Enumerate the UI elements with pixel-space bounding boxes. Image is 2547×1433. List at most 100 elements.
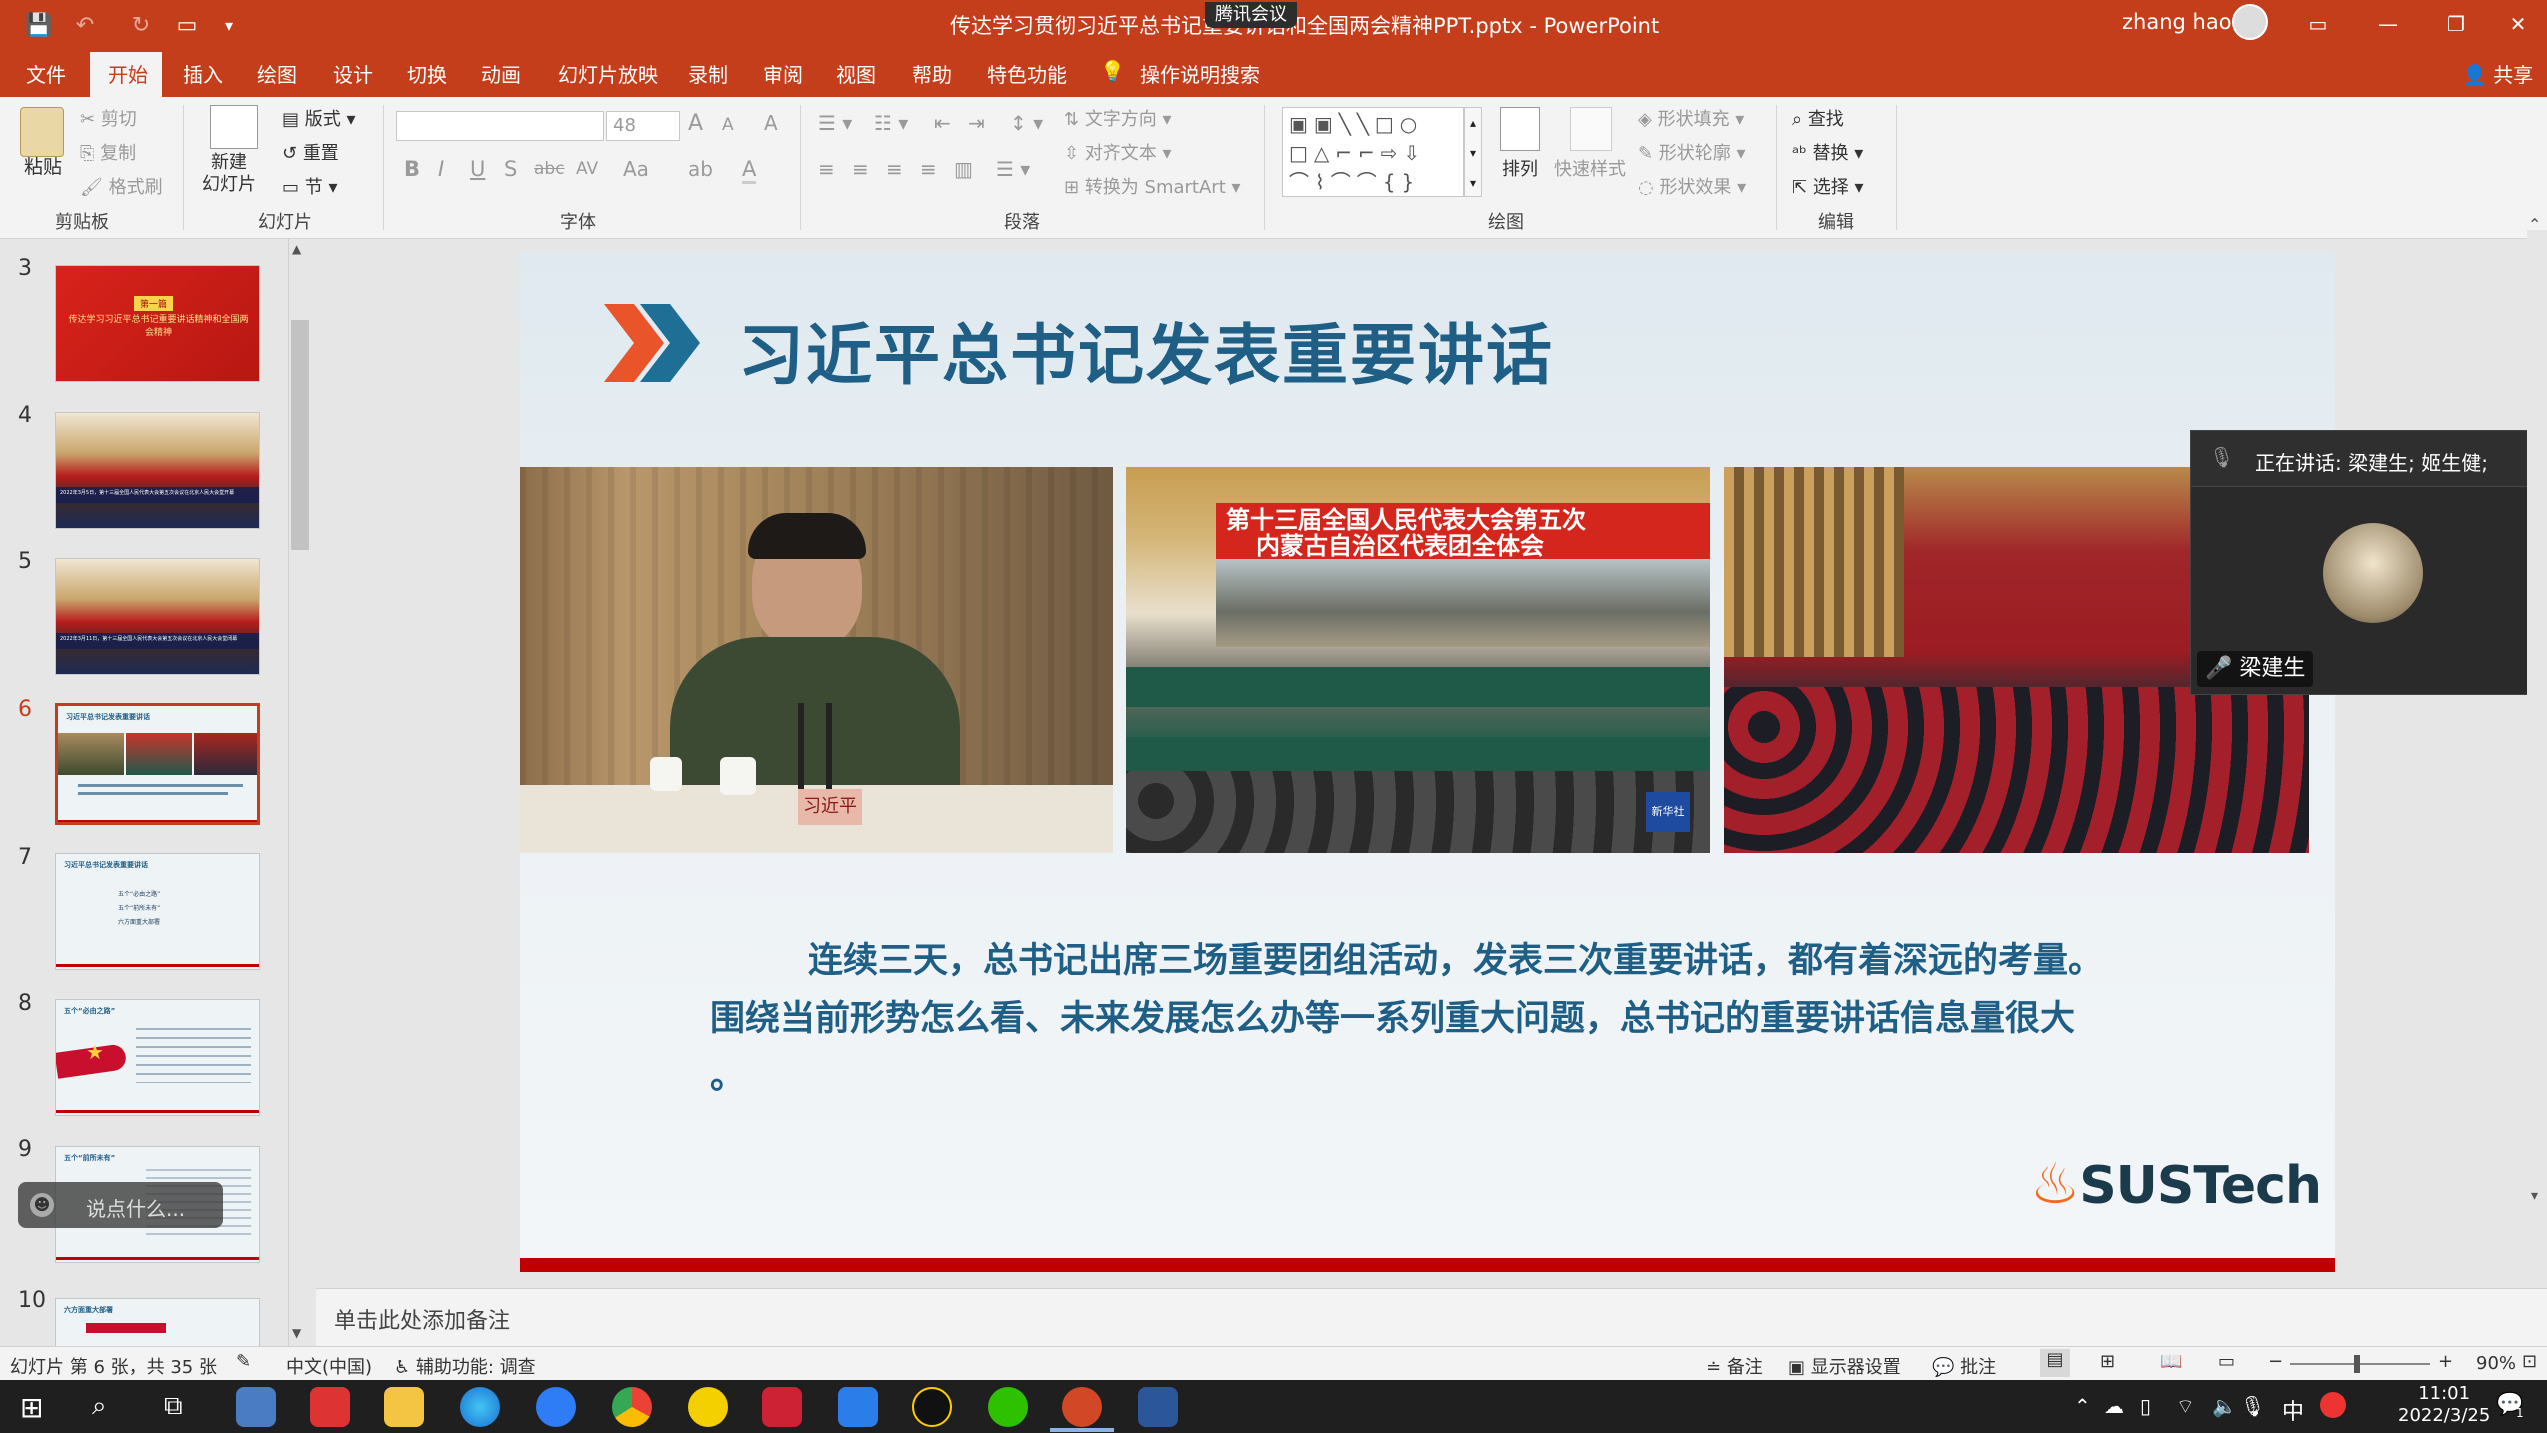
app-s-icon[interactable] — [536, 1387, 576, 1427]
tab-design[interactable]: 设计 — [333, 59, 373, 88]
scroll-down-icon[interactable]: ▾ — [2531, 1188, 2538, 1204]
font-color-button[interactable]: A — [742, 157, 757, 184]
increase-indent-icon[interactable]: ⇥ — [968, 111, 985, 135]
shape-fill-button[interactable]: ◈ 形状填充 ▾ — [1638, 105, 1744, 131]
emoji-icon[interactable]: ☻ — [30, 1193, 54, 1217]
paste-button[interactable]: 粘贴 — [24, 152, 62, 179]
numbering-icon[interactable]: ☷ ▾ — [874, 111, 908, 135]
zoom-slider[interactable] — [2290, 1363, 2430, 1365]
app-yellow-icon[interactable] — [688, 1387, 728, 1427]
chat-input[interactable]: 说点什么... — [86, 1193, 185, 1222]
notes-pane[interactable]: 单击此处添加备注 — [316, 1288, 2547, 1346]
shrink-font-icon[interactable]: A — [722, 115, 734, 135]
find-button[interactable]: ⌕ 查找 — [1792, 105, 1844, 131]
tab-features[interactable]: 特色功能 — [987, 59, 1067, 88]
select-button[interactable]: ⇱ 选择 ▾ — [1792, 173, 1864, 199]
minimize-button[interactable]: — — [2360, 6, 2416, 42]
strikethrough-button[interactable]: abc — [534, 159, 565, 179]
text-shadow-button[interactable]: S — [504, 157, 517, 181]
notes-toggle-button[interactable]: ≐ 备注 — [1706, 1353, 1763, 1379]
wifi-icon[interactable]: ⌔ — [2176, 1394, 2195, 1419]
redo-icon[interactable]: ↻ — [124, 8, 158, 42]
tab-slideshow[interactable]: 幻灯片放映 — [558, 59, 658, 88]
file-explorer-icon[interactable] — [384, 1387, 424, 1427]
convert-smartart-button[interactable]: ⊞ 转换为 SmartArt ▾ — [1064, 173, 1241, 199]
shape-outline-button[interactable]: ✎ 形状轮廓 ▾ — [1638, 139, 1746, 165]
character-spacing-button[interactable]: AV — [576, 159, 598, 179]
slide-photo-speaker[interactable]: 习近平 — [520, 467, 1113, 853]
scroll-down-icon[interactable]: ▼ — [292, 1326, 301, 1340]
battery-icon[interactable]: ▯ — [2140, 1394, 2151, 1418]
scroll-up-icon[interactable]: ▲ — [292, 242, 301, 256]
paragraph-more-icon[interactable]: ☰ ▾ — [996, 157, 1030, 181]
bold-button[interactable]: B — [404, 157, 420, 181]
windows-start-icon[interactable]: ⊞ — [20, 1391, 43, 1424]
undo-icon[interactable]: ↶ — [68, 8, 102, 42]
fit-slide-icon[interactable]: ⊡ — [2522, 1351, 2537, 1372]
slideshow-view-icon[interactable]: ▭ — [2218, 1351, 2235, 1372]
columns-icon[interactable]: ▥ — [954, 157, 973, 181]
highlight-icon[interactable]: ab — [688, 157, 713, 181]
spell-check-icon[interactable]: ✎ — [236, 1351, 251, 1372]
chrome-browser-icon[interactable] — [612, 1387, 652, 1427]
thumbnail-scroll-thumb[interactable] — [291, 320, 309, 550]
editor-scrollbar[interactable] — [2527, 230, 2547, 1290]
tencent-meeting-icon[interactable] — [838, 1387, 878, 1427]
share-button[interactable]: 👤 共享 — [2462, 59, 2533, 88]
restore-button[interactable]: ❐ — [2428, 6, 2484, 42]
slide-canvas[interactable]: 习近平总书记发表重要讲话 习近平 第十三届全国人民代表大会第五次 内蒙古自治区代… — [520, 252, 2335, 1272]
arrange-icon[interactable] — [1500, 107, 1540, 151]
reading-view-icon[interactable]: 📖 — [2160, 1351, 2182, 1372]
italic-button[interactable]: I — [438, 157, 444, 181]
comments-button[interactable]: 💬 批注 — [1932, 1353, 1996, 1379]
font-size-input[interactable]: 48 — [606, 111, 680, 141]
new-slide-icon[interactable] — [210, 105, 258, 149]
grow-font-icon[interactable]: A — [688, 111, 703, 136]
copy-button[interactable]: ⎘ 复制 — [80, 139, 136, 165]
new-slide-button[interactable]: 新建 幻灯片 — [202, 152, 256, 196]
line-spacing-icon[interactable]: ↕ ▾ — [1010, 111, 1043, 135]
arrange-button[interactable]: 排列 — [1502, 155, 1538, 181]
save-icon[interactable]: 💾 — [22, 8, 56, 42]
tab-view[interactable]: 视图 — [836, 59, 876, 88]
accessibility-button[interactable]: ♿ 辅助功能: 调查 — [394, 1353, 536, 1379]
solitaire-icon[interactable] — [762, 1387, 802, 1427]
section-button[interactable]: ▭ 节 ▾ — [282, 173, 338, 199]
calculator-icon[interactable] — [236, 1387, 276, 1427]
slide-sorter-view-icon[interactable]: ⊞ — [2100, 1351, 2115, 1372]
app-tray-icon[interactable] — [2320, 1392, 2346, 1418]
microphone-icon[interactable]: 🎙 — [2240, 1394, 2265, 1418]
text-direction-button[interactable]: ⇅ 文字方向 ▾ — [1064, 105, 1172, 131]
shape-effects-button[interactable]: ◌ 形状效果 ▾ — [1638, 173, 1746, 199]
tell-me-search[interactable]: 操作说明搜索 — [1140, 59, 1260, 88]
zoom-in-icon[interactable]: + — [2438, 1351, 2453, 1372]
shapes-gallery[interactable]: ▣▣╲╲□○ □△⌐⌐⇨⇩ ⌒⌇⌒⌒{} — [1282, 107, 1464, 197]
word-icon[interactable] — [1138, 1387, 1178, 1427]
format-painter-button[interactable]: 🖌 格式刷 — [80, 173, 163, 199]
tab-home[interactable]: 开始 — [108, 59, 148, 88]
change-case-button[interactable]: Aa — [623, 157, 649, 181]
edge-browser-icon[interactable] — [460, 1387, 500, 1427]
replace-button[interactable]: ᵃᵇ 替换 ▾ — [1792, 139, 1863, 165]
align-right-icon[interactable]: ≡ — [886, 157, 903, 181]
language-indicator[interactable]: 中文(中国) — [286, 1353, 372, 1379]
display-settings-button[interactable]: ▣ 显示器设置 — [1788, 1353, 1901, 1379]
zoom-out-icon[interactable]: − — [2268, 1351, 2283, 1372]
customize-qat-icon[interactable]: ▾ — [212, 8, 246, 42]
slide-title[interactable]: 习近平总书记发表重要讲话 — [738, 302, 1554, 398]
font-name-input[interactable] — [396, 111, 604, 141]
shapes-gallery-scroll[interactable]: ▴ ▾ ▾ — [1464, 107, 1482, 197]
ribbon-display-options-icon[interactable]: ▭ — [2290, 6, 2346, 42]
zoom-slider-thumb[interactable] — [2354, 1355, 2360, 1373]
clear-formatting-icon[interactable]: A — [764, 111, 778, 135]
clock[interactable]: 11:01 2022/3/25 — [2398, 1383, 2490, 1427]
onedrive-icon[interactable]: ☁ — [2104, 1394, 2124, 1418]
slide-body-text[interactable]: 连续三天，总书记出席三场重要团组活动，发表三次重要讲话，都有着深远的考量。 围绕… — [710, 932, 2170, 1106]
floating-chat-bar[interactable]: ☻ 说点什么... — [18, 1182, 223, 1228]
tab-file[interactable]: 文件 — [26, 59, 66, 88]
zoom-level[interactable]: 90% — [2476, 1353, 2516, 1374]
ime-indicator[interactable]: 中 — [2282, 1394, 2304, 1426]
tab-transitions[interactable]: 切换 — [407, 59, 447, 88]
slide-thumbnail-8[interactable]: 五个“必由之路” ★ — [55, 999, 260, 1116]
user-name[interactable]: zhang hao — [2122, 10, 2232, 34]
